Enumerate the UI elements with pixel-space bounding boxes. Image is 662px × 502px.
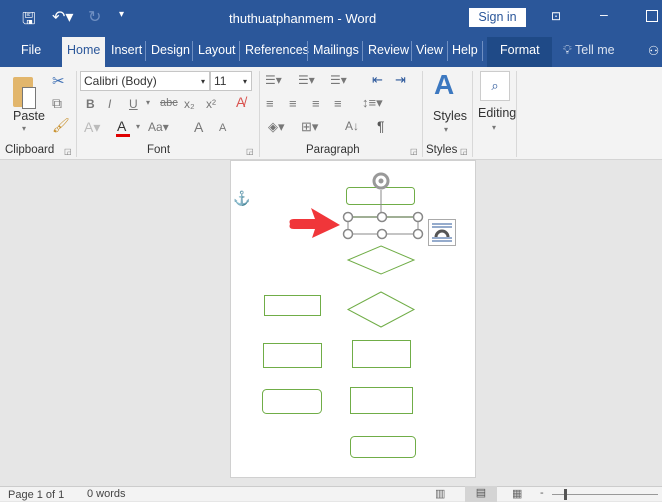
flowchart-process-shape[interactable] xyxy=(352,340,411,368)
red-arrow-annotation xyxy=(289,208,340,238)
flowchart-decision-shape[interactable] xyxy=(346,245,416,275)
flowchart-terminator-shape[interactable] xyxy=(262,389,322,414)
flowchart-process-shape[interactable] xyxy=(263,343,322,368)
zoom-slider-thumb[interactable] xyxy=(564,489,567,500)
selected-shape[interactable] xyxy=(342,172,424,240)
flowchart-terminator-shape[interactable] xyxy=(350,436,416,458)
read-mode-icon[interactable]: ▥ xyxy=(435,487,445,500)
flowchart-process-shape[interactable] xyxy=(264,295,321,316)
zoom-out-button[interactable]: - xyxy=(540,487,544,499)
flowchart-process-shape[interactable] xyxy=(350,387,413,414)
rotate-handle-icon[interactable] xyxy=(372,172,390,190)
web-layout-icon[interactable]: ▦ xyxy=(512,487,522,500)
print-layout-icon[interactable]: ▤ xyxy=(465,486,497,502)
anchor-icon: ⚓ xyxy=(233,190,250,207)
flowchart-decision-shape[interactable] xyxy=(346,291,416,328)
status-bar: Page 1 of 1 0 words ▥ ▤ ▦ - xyxy=(0,486,662,502)
page-count[interactable]: Page 1 of 1 xyxy=(8,489,64,501)
flowchart-drawing: ⚓ xyxy=(233,172,456,458)
word-count[interactable]: 0 words xyxy=(87,488,126,500)
layout-options-icon[interactable] xyxy=(428,219,456,246)
zoom-slider[interactable] xyxy=(552,494,658,495)
